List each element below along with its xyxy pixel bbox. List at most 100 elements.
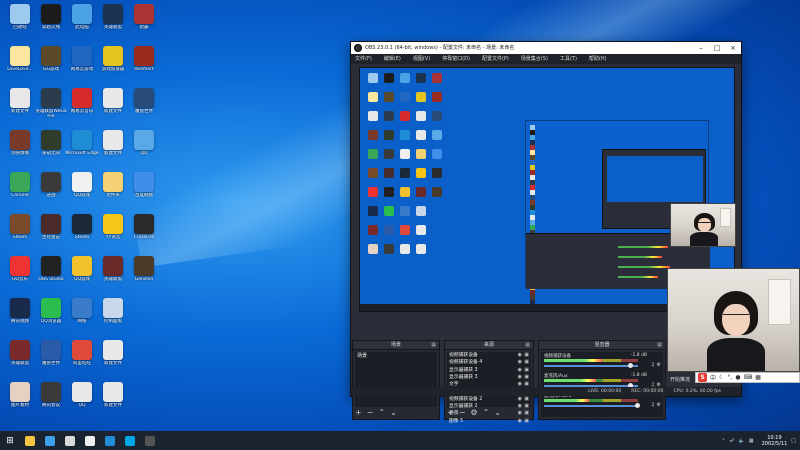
obs-menu-item[interactable]: 帮助(H) [589,54,607,64]
dock-float-icon[interactable]: ▦ [657,341,662,350]
sogou-ime-icon[interactable]: S [698,373,707,382]
volume-slider[interactable] [544,365,638,367]
desktop-icon[interactable]: 生死狙击 [34,212,68,252]
desktop-icon[interactable]: 逆战 [34,170,68,210]
ime-mode-label[interactable]: 中 [710,373,716,382]
obs-menu-item[interactable]: 配置文件(P) [482,54,509,64]
lock-icon[interactable]: ▣ [524,410,529,417]
notification-icon[interactable]: □ [791,438,796,444]
desktop-icon[interactable]: 网易云游戏 [65,44,99,84]
ime-indicator-icon[interactable]: ▦ [749,438,754,444]
source-item[interactable]: 显示器捕获 3 ◉ ▣ [447,374,531,381]
ime-toolbar[interactable]: S 中 ☾ °, ● ⌨ ▦ [695,372,800,383]
punctuation-icon[interactable]: °, [727,374,732,381]
source-item[interactable]: 视频捕获设备 ◉ ▣ [447,352,531,359]
source-item[interactable]: 视频捕获设备 2 ◉ ▣ [447,396,531,403]
desktop-icon[interactable]: 英雄联盟WeGame [34,86,68,126]
chevron-up-icon[interactable]: ⌃ [721,438,725,444]
desktop-icon[interactable]: 文件夹 [96,170,130,210]
obs-menu-item[interactable]: 场景集合(S) [521,54,548,64]
visibility-eye-icon[interactable]: ◉ [518,418,522,425]
keyboard-icon[interactable]: ⌨ [744,374,753,381]
remove-icon[interactable]: − [459,408,466,418]
obs-menu-item[interactable]: 编辑(E) [384,54,401,64]
lock-icon[interactable]: ▣ [524,359,529,366]
mic-icon[interactable]: ● [735,374,740,381]
dock-float-icon[interactable]: ▦ [525,341,530,350]
desktop-icon[interactable]: 网络 [65,296,99,336]
desktop-icon[interactable]: 腾讯会议 [34,380,68,420]
maximize-icon[interactable]: □ [709,42,725,54]
windows-start-icon[interactable]: ⊞ [0,436,20,446]
desktop-icon[interactable]: 永劫无间 [34,128,68,168]
taskbar-app[interactable] [80,431,100,450]
volume-slider-handle[interactable] [635,403,640,408]
source-item[interactable]: 图像 5 ◉ ▣ [447,418,531,425]
desktop-icon[interactable]: 新建文件 [96,86,130,126]
visibility-eye-icon[interactable]: ◉ [518,352,522,359]
desktop-icon[interactable]: 新建文件 [96,128,130,168]
desktop-icon[interactable]: 图片素材 [3,380,37,420]
moon-icon[interactable]: ☾ [719,374,724,381]
lock-icon[interactable]: ▣ [524,374,529,381]
obs-menu-item[interactable]: 停靠窗口(D) [442,54,470,64]
start-streaming-button[interactable]: 开始推流 [670,377,690,383]
desktop-icon[interactable]: QQ [127,128,161,168]
gear-icon[interactable]: ⚙ [657,362,661,368]
minimize-icon[interactable]: – [693,42,709,54]
desktop-icon[interactable]: 英雄联盟 [3,338,37,378]
desktop-icon[interactable]: 阿里旺旺 [65,338,99,378]
visibility-eye-icon[interactable]: ◉ [518,403,522,410]
taskbar-app[interactable] [20,431,40,450]
desktop-icon[interactable]: Steam [65,212,99,252]
desktop-icon[interactable]: 回收站 [3,2,37,42]
desktop-icon[interactable]: 新建文件 [3,86,37,126]
source-item[interactable]: 显示器捕获 3 ◉ ▣ [447,367,531,374]
obs-title-bar[interactable]: OBS 23.0.1 (64-bit, windows) - 配置文件: 未命名… [351,42,741,54]
desktop-icon[interactable]: Steam [3,212,37,252]
desktop-icon[interactable]: 街霸 [127,2,161,42]
lock-icon[interactable]: ▣ [524,352,529,359]
desktop-icon[interactable]: 此电脑 [65,2,99,42]
desktop-icon[interactable]: 魔兽世界 [127,86,161,126]
taskbar-app[interactable] [60,431,80,450]
close-icon[interactable]: × [725,42,741,54]
lock-icon[interactable]: ▣ [524,396,529,403]
desktop-icon[interactable]: 腾讯视频 [3,296,37,336]
desktop-icon[interactable]: Chrome [3,170,37,210]
desktop-icon[interactable]: QQ游戏 [65,170,99,210]
move-down-icon[interactable]: ⌄ [494,408,501,418]
desktop-icon[interactable]: OBS Studio [34,254,68,294]
desktop-icon[interactable]: Microsoft Edge [65,128,99,168]
grid-icon[interactable]: ▦ [755,374,761,381]
move-up-icon[interactable]: ⌃ [378,408,385,418]
gear-icon[interactable]: ⚙ [657,402,661,408]
desktop-icon[interactable]: 英雄联盟 [96,254,130,294]
visibility-eye-icon[interactable]: ◉ [518,359,522,366]
visibility-eye-icon[interactable]: ◉ [518,367,522,374]
volume-icon[interactable]: 🔈 [739,438,745,444]
desktop-icon[interactable]: 剑侠情缘 [3,128,37,168]
visibility-eye-icon[interactable]: ◉ [518,374,522,381]
gear-icon[interactable]: ⚙ [470,408,477,418]
dock-float-icon[interactable]: ▦ [431,341,436,350]
desktop-icon[interactable]: 新建文件 [96,338,130,378]
source-list[interactable]: 视频捕获设备 ◉ ▣ 视频捕获设备 4 ◉ ▣ 显示器捕获 3 ◉ ▣ 显示器捕获 3 ◉ ▣ 文字 ◉ ▣… [447,352,531,424]
desktop-icon[interactable]: 英雄联盟 [96,2,130,42]
obs-menu-item[interactable]: 视图(V) [413,54,430,64]
desktop-icon[interactable]: QQ浏览器 [34,296,68,336]
desktop-icon[interactable]: YY语音 [96,212,130,252]
source-item[interactable]: 视频捕获设备 4 ◉ ▣ [447,359,531,366]
visibility-eye-icon[interactable]: ◉ [518,396,522,403]
desktop-icon[interactable]: GG游戏 [34,44,68,84]
visibility-eye-icon[interactable]: ◉ [518,410,522,417]
desktop-icon[interactable]: 网易云音乐 [65,86,99,126]
desktop-icon[interactable]: 新建文件 [96,380,130,420]
move-up-icon[interactable]: ⌃ [483,408,490,418]
network-icon[interactable]: ☍ [730,438,735,444]
add-icon[interactable]: + [355,408,362,418]
desktop-icon[interactable]: 控制面板 [96,296,130,336]
volume-slider[interactable] [544,405,638,407]
scene-list[interactable]: 场景 [355,352,437,407]
desktop-icon[interactable]: 游戏加速器 [96,44,130,84]
